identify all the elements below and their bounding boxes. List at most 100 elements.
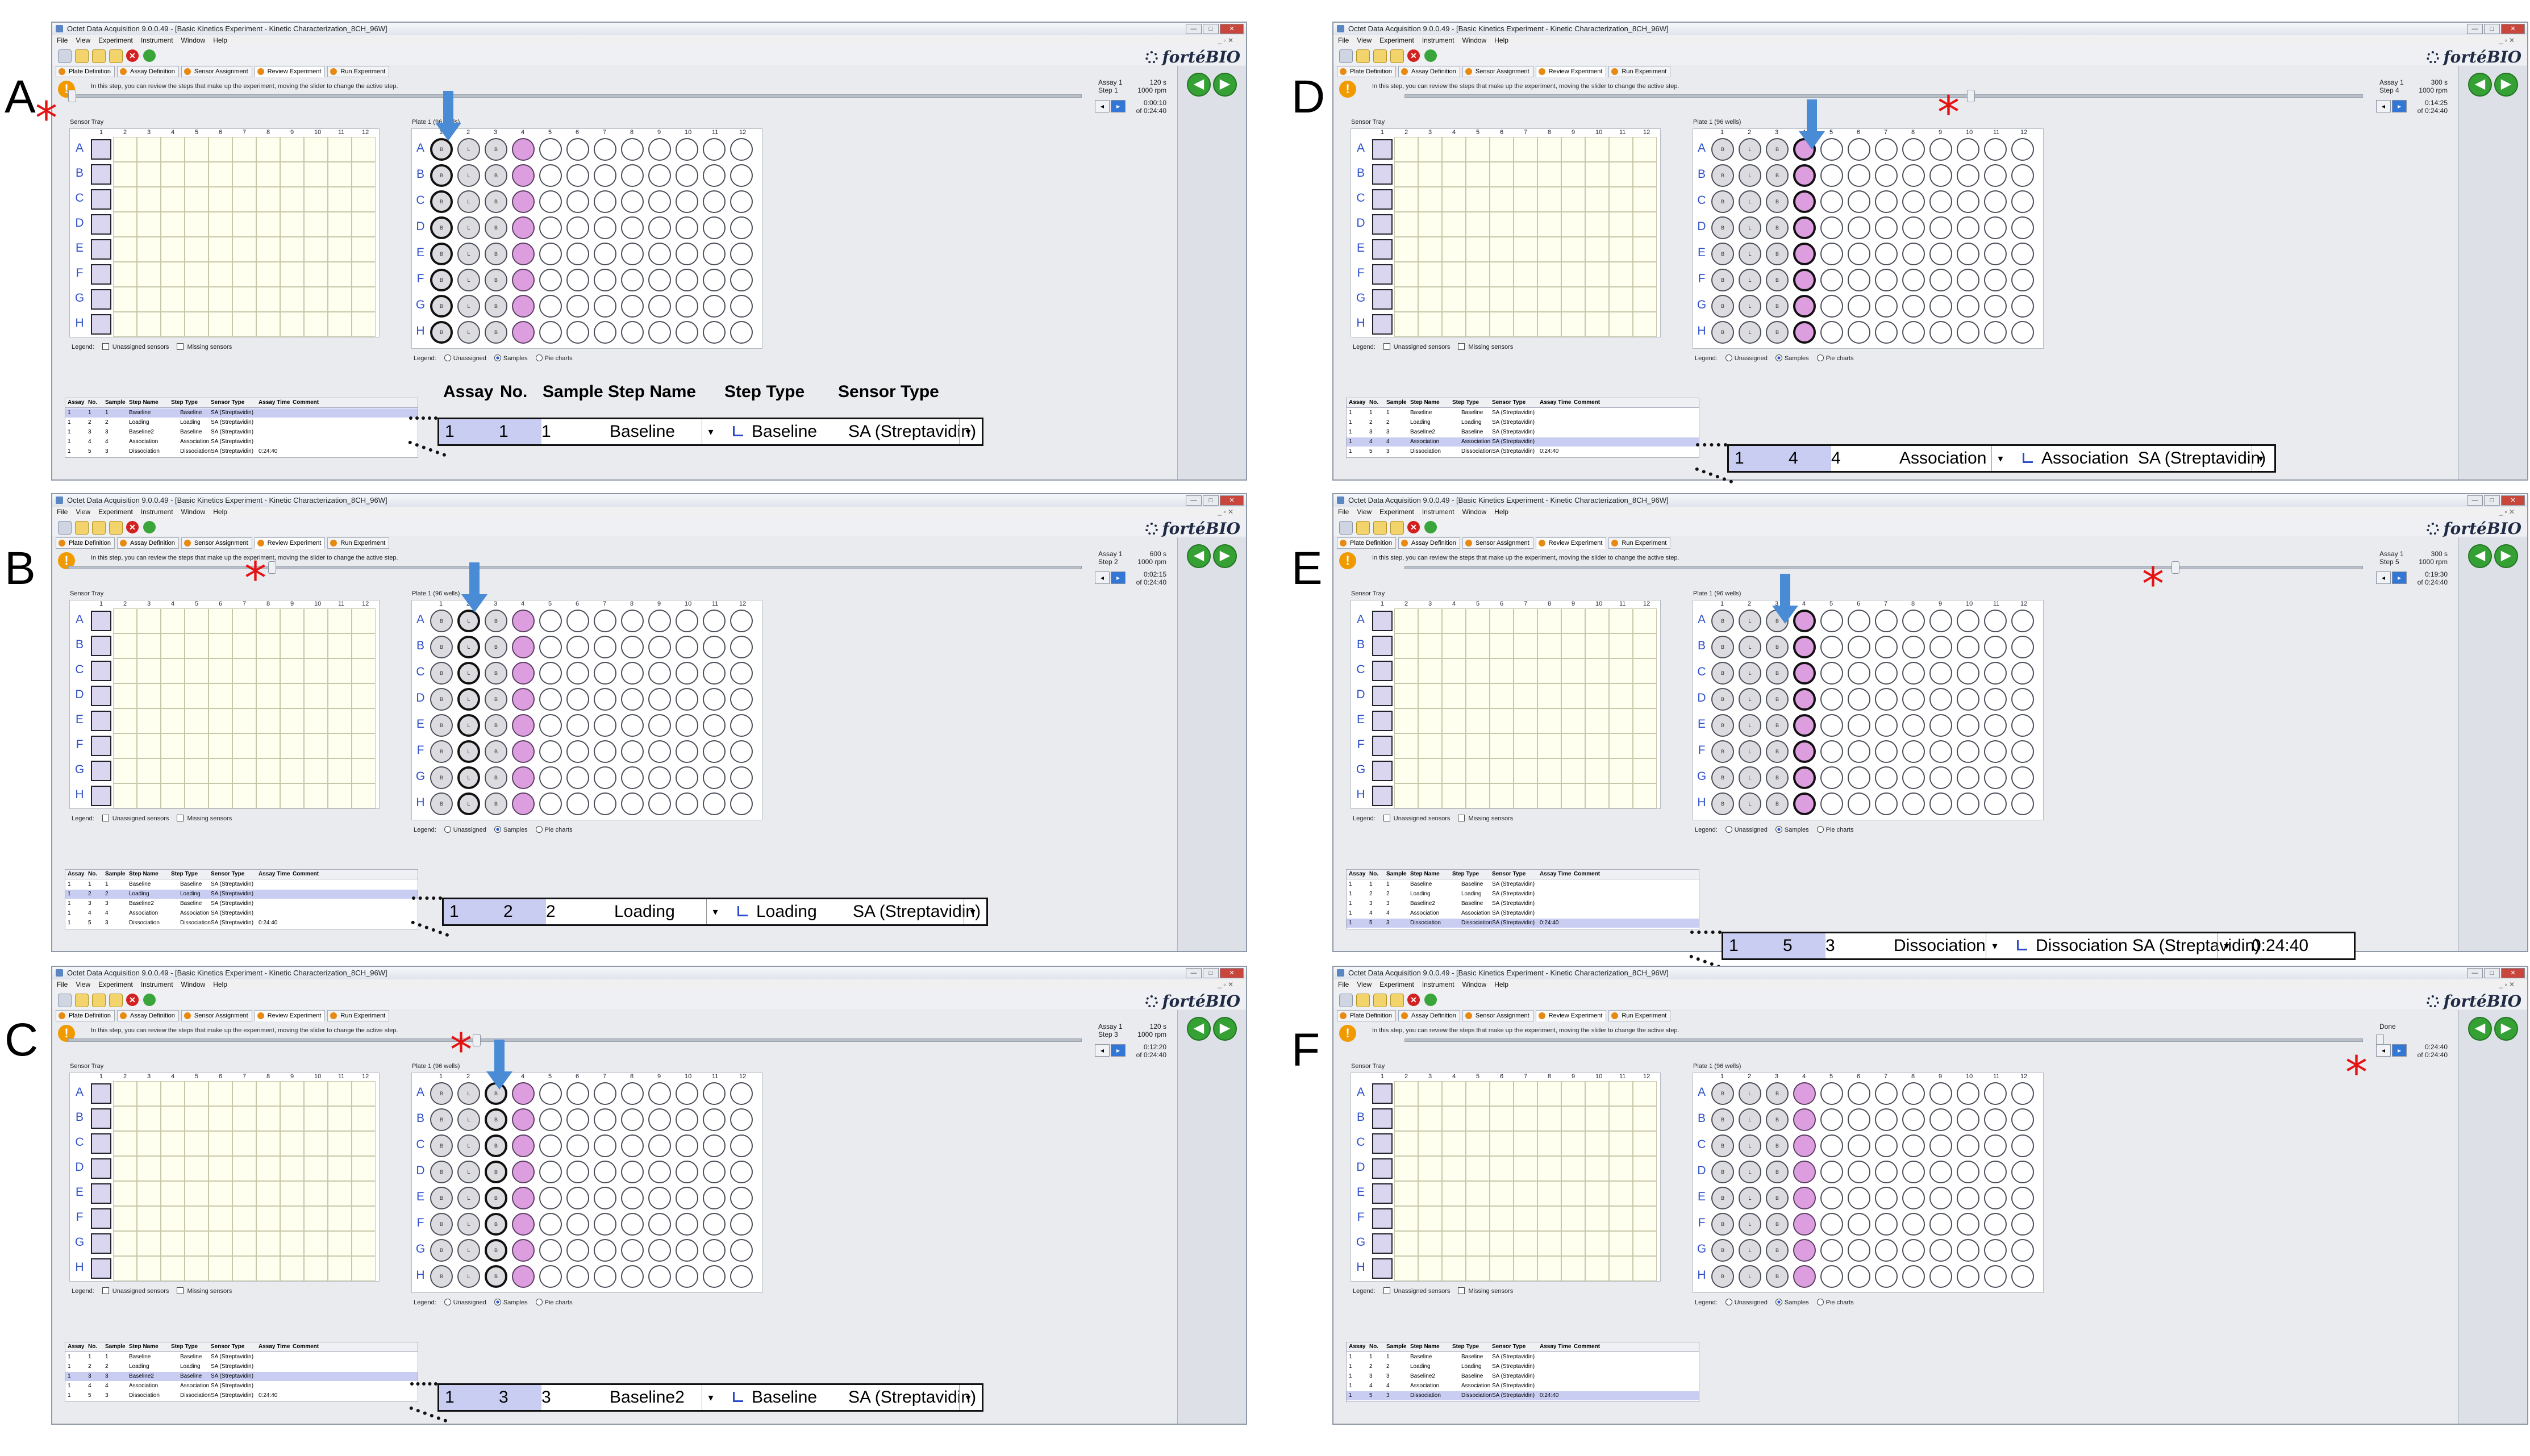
plate-well[interactable] (648, 636, 671, 658)
plate-well[interactable] (1793, 740, 1816, 763)
sensor-slot[interactable] (256, 287, 280, 312)
sensor-slot[interactable] (304, 683, 328, 708)
plate-well[interactable] (1929, 269, 1952, 291)
plate-well[interactable] (2011, 1108, 2034, 1131)
sensor[interactable] (91, 786, 111, 806)
plate-well[interactable]: B (430, 269, 453, 291)
sensor-slot[interactable] (1585, 1156, 1609, 1181)
plate-well[interactable] (1957, 714, 1979, 737)
sensor-slot[interactable] (1585, 237, 1609, 262)
close-button[interactable]: ✕ (2501, 968, 2525, 978)
sensor-slot[interactable] (209, 1131, 232, 1156)
plate-well[interactable] (1902, 688, 1925, 711)
sensor-slot[interactable] (304, 1181, 328, 1206)
sensor-slot[interactable] (185, 633, 209, 658)
sensor-slot[interactable] (113, 1256, 137, 1281)
sensor-slot[interactable] (1537, 633, 1561, 658)
sensor-slot[interactable] (1490, 187, 1514, 212)
plate-well[interactable]: B (430, 714, 453, 737)
plate-well[interactable] (1875, 1082, 1898, 1105)
plate-well[interactable]: B (1766, 792, 1789, 815)
sensor-slot[interactable] (256, 1106, 280, 1131)
table-row[interactable]: 1 5 3 Dissociation Dissociation SA (Streptavi… (65, 919, 418, 928)
plate-well[interactable]: B (1711, 662, 1734, 685)
plate-well[interactable] (1848, 269, 1870, 291)
sensor-slot[interactable] (1633, 608, 1657, 633)
plate-well[interactable] (676, 138, 698, 161)
plate-well[interactable]: L (1739, 190, 1761, 213)
sensor-slot[interactable] (352, 1256, 376, 1281)
plate-well[interactable] (676, 688, 698, 711)
plate-well[interactable]: L (457, 1082, 480, 1105)
plate-well[interactable] (1793, 714, 1816, 737)
plate-well[interactable] (2011, 740, 2034, 763)
sensor-slot[interactable] (1442, 758, 1466, 783)
sensor-slot[interactable] (1537, 1106, 1561, 1131)
plate-well[interactable] (730, 243, 753, 265)
plate-well[interactable]: L (1739, 1239, 1761, 1262)
plate-well[interactable] (1793, 1239, 1816, 1262)
sensor-slot[interactable] (328, 1256, 352, 1281)
plate-well[interactable]: B (1766, 1187, 1789, 1209)
plate-well[interactable] (1902, 321, 1925, 344)
sensor-slot[interactable] (1442, 162, 1466, 187)
sensor-slot[interactable] (1585, 1181, 1609, 1206)
sensor-slot[interactable] (1466, 658, 1490, 683)
plate-well[interactable] (1957, 1082, 1979, 1105)
plate-well[interactable] (1984, 138, 2007, 161)
plate-well[interactable] (1957, 766, 1979, 789)
sensor-slot[interactable] (209, 1081, 232, 1106)
plate-well[interactable]: L (1739, 321, 1761, 344)
sensor-slot[interactable] (1633, 1231, 1657, 1256)
sensor[interactable] (1372, 314, 1393, 335)
close-button[interactable]: ✕ (1220, 495, 1244, 506)
plate-well[interactable]: L (457, 164, 480, 187)
plate-well[interactable] (1875, 636, 1898, 658)
sensor-slot[interactable] (1585, 758, 1609, 783)
sensor-slot[interactable] (1633, 658, 1657, 683)
sensor-slot[interactable] (232, 1206, 256, 1231)
plate-well[interactable] (539, 295, 562, 318)
table-row[interactable]: 1 2 2 Loading Loading SA (Streptavidin) (65, 418, 418, 427)
sensor-slot[interactable] (209, 237, 232, 262)
sensor-slot[interactable] (328, 683, 352, 708)
sensor-slot[interactable] (1490, 287, 1514, 312)
plate-well[interactable] (1875, 740, 1898, 763)
plate-well[interactable] (730, 792, 753, 815)
sensor-slot[interactable] (328, 312, 352, 337)
sensor[interactable] (1372, 661, 1393, 681)
sensor-slot[interactable] (209, 783, 232, 808)
plate-well[interactable]: B (1766, 1082, 1789, 1105)
sensor[interactable] (1372, 786, 1393, 806)
plate-well[interactable] (1957, 295, 1979, 318)
sensor-slot[interactable] (1561, 162, 1585, 187)
plate-well[interactable]: B (485, 321, 507, 344)
sensor-slot[interactable] (1585, 683, 1609, 708)
sensor-slot[interactable] (232, 262, 256, 287)
plate-well[interactable] (1820, 714, 1843, 737)
plate-well[interactable]: B (1711, 740, 1734, 763)
plate-well[interactable] (2011, 243, 2034, 265)
plate-well[interactable] (2011, 1134, 2034, 1157)
plate-well[interactable]: L (1739, 1161, 1761, 1183)
plate-well[interactable]: B (1766, 1239, 1789, 1262)
sensor-slot[interactable] (1490, 758, 1514, 783)
plate-well[interactable] (2011, 792, 2034, 815)
plate-well[interactable]: B (1766, 1213, 1789, 1236)
plate-well[interactable] (1793, 269, 1816, 291)
sensor-slot[interactable] (328, 733, 352, 758)
sensor-slot[interactable] (328, 287, 352, 312)
sensor-slot[interactable] (1442, 708, 1466, 733)
plate-well[interactable] (566, 1187, 589, 1209)
close-button[interactable]: ✕ (2501, 495, 2525, 506)
sensor-slot[interactable] (1442, 733, 1466, 758)
plate-well[interactable] (1957, 1161, 1979, 1183)
plate-well[interactable]: B (485, 1134, 507, 1157)
stop-icon[interactable]: ✕ (126, 994, 139, 1006)
plate-well[interactable] (566, 662, 589, 685)
plate-well[interactable] (594, 190, 616, 213)
plate-well[interactable] (1902, 216, 1925, 239)
plate-well[interactable] (1902, 740, 1925, 763)
plate-well[interactable]: B (430, 1187, 453, 1209)
plate-well[interactable]: L (457, 662, 480, 685)
